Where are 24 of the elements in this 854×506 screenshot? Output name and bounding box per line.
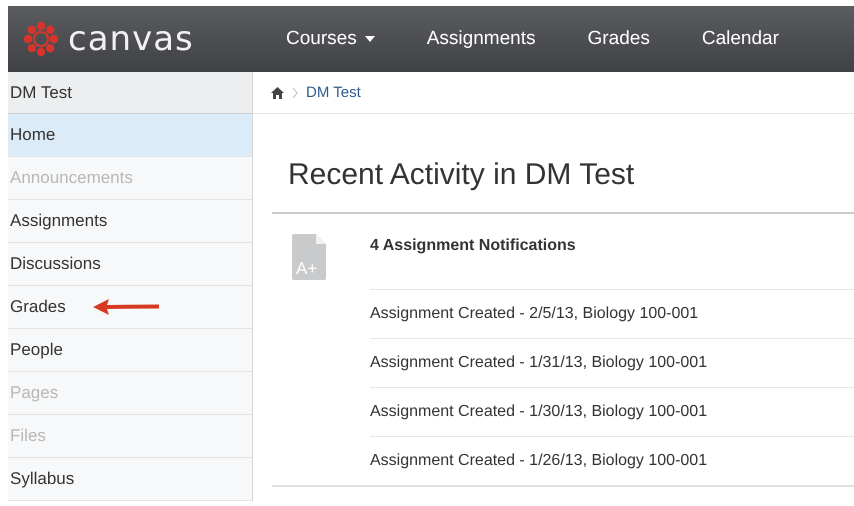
sidebar-item[interactable]: People bbox=[8, 329, 252, 372]
activity-item[interactable]: Assignment Created - 1/30/13, Biology 100-001 bbox=[370, 388, 854, 437]
notification-heading: 4 Assignment Notifications bbox=[370, 234, 854, 290]
sidebar-item[interactable]: Grades bbox=[8, 286, 252, 329]
sidebar-item[interactable]: Assignments bbox=[8, 200, 252, 243]
activity-item[interactable]: Assignment Created - 1/31/13, Biology 100-001 bbox=[370, 339, 854, 388]
activity-item[interactable]: Assignment Created - 2/5/13, Biology 100-001 bbox=[370, 290, 854, 339]
nav-link[interactable]: Courses bbox=[260, 28, 401, 50]
home-icon[interactable] bbox=[271, 86, 284, 98]
nav-link[interactable]: Calendar bbox=[676, 28, 805, 50]
sidebar-item[interactable]: Home bbox=[8, 114, 252, 157]
nav-link[interactable]: Grades bbox=[562, 28, 676, 50]
activity-item[interactable]: Assignment Created - 1/26/13, Biology 100-001 bbox=[370, 437, 854, 485]
logo-text[interactable]: canvas bbox=[68, 19, 194, 59]
sidebar-item[interactable]: Syllabus bbox=[8, 458, 252, 501]
arrow-annotation bbox=[93, 299, 159, 315]
chevron-icon bbox=[292, 88, 298, 98]
caret-icon bbox=[364, 36, 375, 42]
logo-icon bbox=[22, 20, 60, 58]
breadcrumb-link[interactable]: DM Test bbox=[306, 84, 361, 101]
course-title: DM Test bbox=[8, 72, 252, 114]
nav-link[interactable]: Assignments bbox=[400, 28, 562, 50]
page-heading: Recent Activity in DM Test bbox=[288, 158, 636, 193]
sidebar-item[interactable]: Discussions bbox=[8, 243, 252, 286]
